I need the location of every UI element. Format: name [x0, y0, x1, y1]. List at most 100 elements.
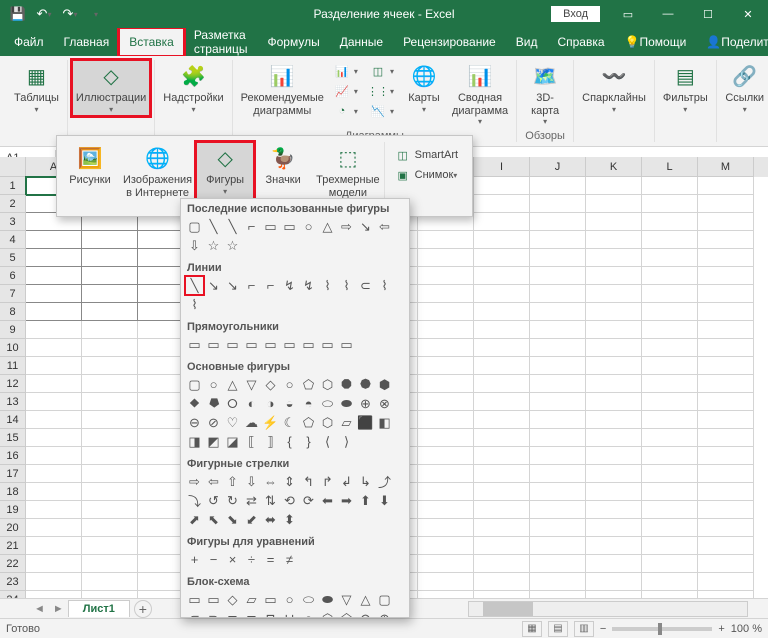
- cell[interactable]: [26, 339, 82, 357]
- shape-glyph[interactable]: ⬉: [205, 511, 222, 528]
- tab-home[interactable]: Главная: [54, 28, 120, 56]
- shape-glyph[interactable]: ▭: [243, 336, 260, 353]
- shape-glyph[interactable]: ☆: [224, 237, 241, 254]
- row-header[interactable]: 8: [0, 303, 26, 321]
- cell[interactable]: [530, 231, 586, 249]
- cell[interactable]: [26, 249, 82, 267]
- row-header[interactable]: 22: [0, 555, 26, 573]
- cell[interactable]: [586, 195, 642, 213]
- cell[interactable]: [698, 411, 754, 429]
- cell[interactable]: [586, 231, 642, 249]
- cell[interactable]: [642, 231, 698, 249]
- cell[interactable]: [474, 357, 530, 375]
- cell[interactable]: [474, 465, 530, 483]
- sheet-tab-1[interactable]: Лист1: [68, 600, 130, 617]
- add-sheet-button[interactable]: +: [134, 600, 152, 618]
- cell[interactable]: [26, 411, 82, 429]
- row-header[interactable]: 11: [0, 357, 26, 375]
- shape-glyph[interactable]: ⊃: [205, 610, 222, 618]
- shape-glyph[interactable]: ▭: [186, 336, 203, 353]
- shape-glyph[interactable]: ▭: [224, 336, 241, 353]
- shape-glyph[interactable]: ⬬: [338, 395, 355, 412]
- shape-glyph[interactable]: ◇: [262, 376, 279, 393]
- cell[interactable]: [418, 375, 474, 393]
- column-header[interactable]: M: [698, 157, 754, 177]
- tables-button[interactable]: ▦ Таблицы ▾: [10, 60, 63, 116]
- cell[interactable]: [530, 573, 586, 591]
- cell[interactable]: [26, 285, 82, 303]
- cell[interactable]: [474, 573, 530, 591]
- shape-glyph[interactable]: ↱: [319, 473, 336, 490]
- shape-glyph[interactable]: ⬡: [319, 610, 336, 618]
- scatter-chart-button[interactable]: ⋮⋮▾: [366, 82, 398, 100]
- combo-chart-button[interactable]: 📉▾: [366, 102, 398, 120]
- shape-glyph[interactable]: ○: [300, 610, 317, 618]
- shape-glyph[interactable]: ⟲: [281, 492, 298, 509]
- cell[interactable]: [642, 303, 698, 321]
- shape-glyph[interactable]: ◇: [224, 591, 241, 608]
- cell[interactable]: [642, 591, 698, 598]
- cell[interactable]: [530, 429, 586, 447]
- cell[interactable]: [586, 357, 642, 375]
- addins-button[interactable]: 🧩 Надстройки ▾: [159, 60, 227, 116]
- cell[interactable]: [418, 231, 474, 249]
- tab-formulas[interactable]: Формулы: [257, 28, 329, 56]
- column-header[interactable]: L: [642, 157, 698, 177]
- shape-glyph[interactable]: ⇨: [338, 218, 355, 235]
- cell[interactable]: [474, 591, 530, 598]
- cell[interactable]: [418, 249, 474, 267]
- shape-glyph[interactable]: ▭: [262, 336, 279, 353]
- cell[interactable]: [418, 267, 474, 285]
- tab-help[interactable]: Справка: [547, 28, 614, 56]
- shape-glyph[interactable]: =: [262, 551, 279, 568]
- shape-glyph[interactable]: ⇦: [376, 218, 393, 235]
- shapes-gallery[interactable]: Последние использованные фигуры ▢╲╲⌐▭▭○△…: [180, 198, 410, 618]
- cell[interactable]: [474, 393, 530, 411]
- cell[interactable]: [26, 321, 82, 339]
- shape-glyph[interactable]: ⇧: [224, 473, 241, 490]
- cell[interactable]: [642, 195, 698, 213]
- cell[interactable]: [586, 213, 642, 231]
- cell[interactable]: [82, 465, 138, 483]
- shape-glyph[interactable]: ◧: [376, 414, 393, 431]
- shape-glyph[interactable]: +: [186, 551, 203, 568]
- shape-glyph[interactable]: ▭: [281, 336, 298, 353]
- hierarchy-chart-button[interactable]: ◫▾: [366, 62, 398, 80]
- cell[interactable]: [698, 339, 754, 357]
- cell[interactable]: [530, 537, 586, 555]
- cell[interactable]: [26, 501, 82, 519]
- cell[interactable]: [642, 357, 698, 375]
- cell[interactable]: [474, 285, 530, 303]
- cell[interactable]: [26, 393, 82, 411]
- cell[interactable]: [530, 339, 586, 357]
- cell[interactable]: [530, 249, 586, 267]
- cell[interactable]: [418, 411, 474, 429]
- shape-glyph[interactable]: ≠: [281, 551, 298, 568]
- cell[interactable]: [530, 213, 586, 231]
- cell[interactable]: [26, 267, 82, 285]
- cell[interactable]: [82, 519, 138, 537]
- shape-glyph[interactable]: ▭: [205, 591, 222, 608]
- zoom-in-button[interactable]: +: [718, 623, 724, 635]
- shape-glyph[interactable]: ⬛: [357, 414, 374, 431]
- recommended-charts-button[interactable]: 📊 Рекомендуемые диаграммы: [237, 60, 328, 119]
- cell[interactable]: [642, 267, 698, 285]
- cell[interactable]: [26, 429, 82, 447]
- shape-glyph[interactable]: ⤴: [376, 473, 393, 490]
- shape-glyph[interactable]: ↺: [205, 492, 222, 509]
- cell[interactable]: [418, 465, 474, 483]
- horizontal-scrollbar[interactable]: [468, 601, 748, 617]
- row-header[interactable]: 18: [0, 483, 26, 501]
- cell[interactable]: [82, 555, 138, 573]
- shape-glyph[interactable]: ↘: [357, 218, 374, 235]
- cell[interactable]: [474, 375, 530, 393]
- cell[interactable]: [530, 447, 586, 465]
- shape-glyph[interactable]: ⟨: [319, 433, 336, 450]
- shape-glyph[interactable]: ⬭: [319, 395, 336, 412]
- shape-glyph[interactable]: ▢: [376, 591, 393, 608]
- shape-glyph[interactable]: ⌐: [262, 277, 279, 294]
- shape-glyph[interactable]: ○: [300, 218, 317, 235]
- cell[interactable]: [474, 303, 530, 321]
- cell[interactable]: [418, 339, 474, 357]
- shape-glyph[interactable]: ◪: [224, 433, 241, 450]
